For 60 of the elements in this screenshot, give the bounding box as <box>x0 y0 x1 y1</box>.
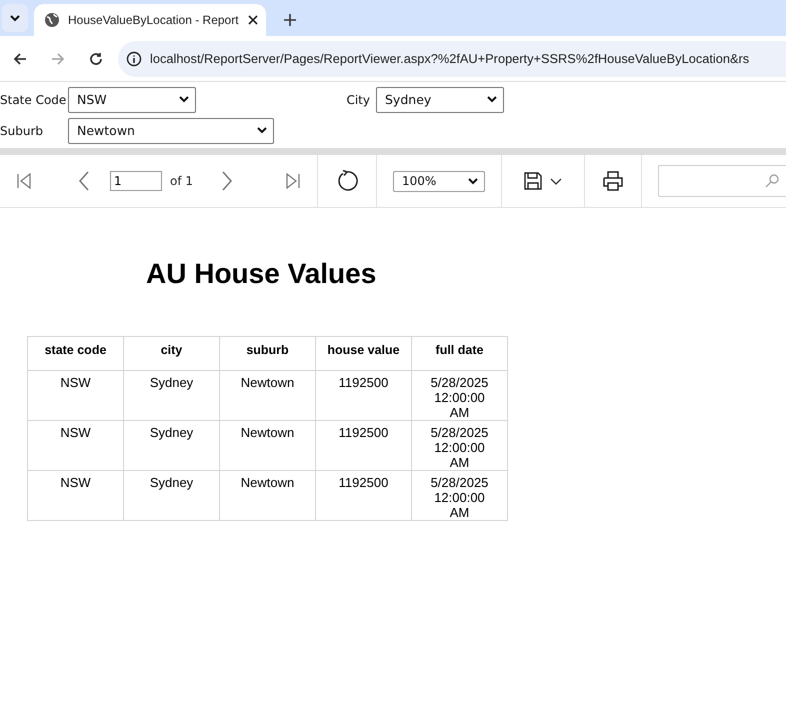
chevron-down-icon <box>487 96 497 103</box>
column-header: city <box>124 336 220 370</box>
chevron-down-icon <box>179 96 189 103</box>
export-button[interactable] <box>524 172 562 190</box>
zoom-dropdown[interactable]: 100% <box>393 170 486 192</box>
save-icon <box>524 172 542 190</box>
last-page-icon <box>285 173 302 189</box>
tab-search-button[interactable] <box>2 4 28 32</box>
table-cell: NSW <box>28 470 124 520</box>
table-cell: 1192500 <box>316 420 412 470</box>
address-bar[interactable]: localhost/ReportServer/Pages/ReportViewer.aspx?%2fAU+Property+SSRS%2fHouseValueByLocation&rs <box>118 40 786 76</box>
column-header: suburb <box>220 336 316 370</box>
report-title: AU House Values <box>146 258 378 290</box>
parameter-dropdown[interactable]: NSW <box>68 86 196 112</box>
chevron-right-icon <box>221 171 234 191</box>
column-header: full date <box>412 336 508 370</box>
chevron-down-icon <box>257 127 267 134</box>
table-cell: 5/28/2025 12:00:00 AM <box>412 420 508 470</box>
search-icon <box>765 174 780 188</box>
chevron-down-icon <box>550 178 562 184</box>
table-cell: Sydney <box>124 370 220 420</box>
parameter-dropdown[interactable]: Newtown <box>68 118 274 144</box>
search-field[interactable] <box>658 165 786 197</box>
info-icon <box>126 50 142 66</box>
chevron-down-icon <box>10 14 20 22</box>
table-cell: Sydney <box>124 420 220 470</box>
first-page-icon <box>16 173 32 189</box>
page-count: of 1 <box>170 174 194 188</box>
table-cell: Newtown <box>220 420 316 470</box>
tab-title: HouseValueByLocation - Report <box>68 13 240 27</box>
parameter-label: State Code <box>0 92 68 106</box>
url-text: localhost/ReportServer/Pages/ReportViewer.aspx?%2fAU+Property+SSRS%2fHouseValueByLocation&rs <box>150 51 750 66</box>
chevron-left-icon <box>78 171 90 191</box>
chevron-down-icon <box>468 178 478 184</box>
parameter-label: City <box>346 92 371 106</box>
parameter-label: Suburb <box>0 124 44 138</box>
table-cell: NSW <box>28 370 124 420</box>
table-cell: 5/28/2025 12:00:00 AM <box>412 470 508 520</box>
table-cell: 1192500 <box>316 470 412 520</box>
table-cell: NSW <box>28 420 124 470</box>
globe-icon <box>44 12 60 28</box>
refresh-icon <box>336 170 358 192</box>
arrow-left-icon <box>13 52 27 66</box>
close-icon[interactable] <box>248 15 258 25</box>
printer-icon <box>603 171 624 191</box>
table-cell: 1192500 <box>316 370 412 420</box>
reload-icon <box>89 52 103 66</box>
browser-tab[interactable]: HouseValueByLocation - Report <box>34 4 266 36</box>
column-header: state code <box>28 336 124 370</box>
table-cell: Sydney <box>124 470 220 520</box>
parameter-dropdown[interactable]: Sydney <box>376 86 504 112</box>
arrow-right-icon <box>51 52 65 66</box>
table-cell: 5/28/2025 12:00:00 AM <box>412 370 508 420</box>
refresh-button[interactable] <box>336 170 358 192</box>
table-cell: Newtown <box>220 470 316 520</box>
print-button[interactable] <box>603 171 624 191</box>
plus-icon <box>284 14 296 26</box>
page-number-field[interactable]: 1 <box>110 171 162 191</box>
column-header: house value <box>316 336 412 370</box>
table-cell: Newtown <box>220 370 316 420</box>
